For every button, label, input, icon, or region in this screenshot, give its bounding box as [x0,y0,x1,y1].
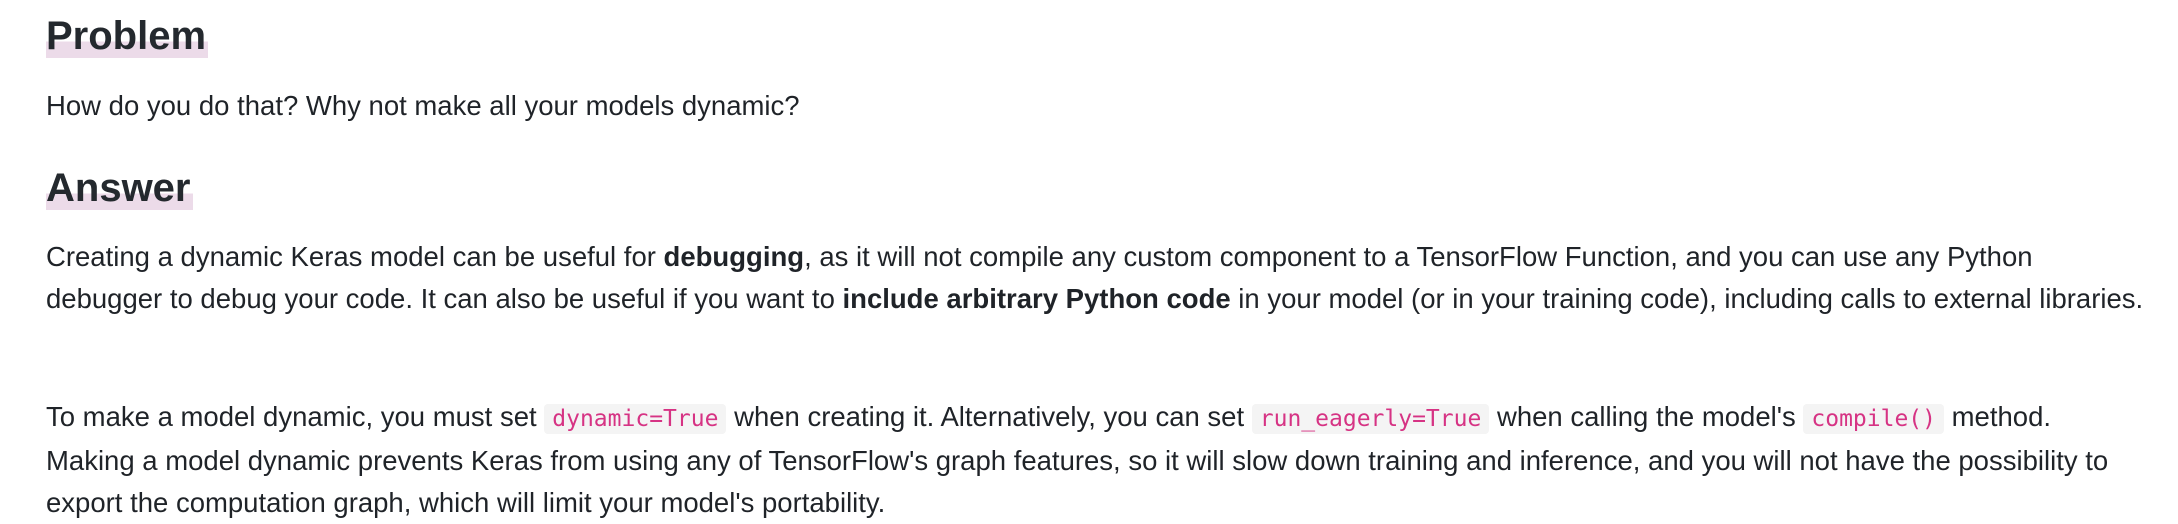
problem-paragraph: How do you do that? Why not make all you… [46,90,800,121]
text-segment: when calling the model's [1489,401,1804,432]
answer-heading-text: Answer [46,166,193,210]
problem-heading-text: Problem [46,14,209,58]
inline-code-run-eagerly: run_eagerly=True [1251,404,1490,434]
text-segment: when creating it. Alternatively, you can… [726,401,1252,432]
problem-heading: Problem [46,12,209,60]
text-segment: Creating a dynamic Keras model can be us… [46,241,664,272]
answer-paragraph-2: To make a model dynamic, you must set dy… [46,396,2146,524]
inline-code-compile: compile() [1803,404,1944,434]
text-segment: To make a model dynamic, you must set [46,401,545,432]
inline-code-dynamic: dynamic=True [544,404,727,434]
answer-heading: Answer [46,164,193,212]
bold-arbitrary-code: include arbitrary Python code [842,283,1231,314]
text-segment: in your model (or in your training code)… [1230,283,2144,314]
bold-debugging: debugging [663,241,805,272]
answer-paragraph-1: Creating a dynamic Keras model can be us… [46,236,2146,320]
